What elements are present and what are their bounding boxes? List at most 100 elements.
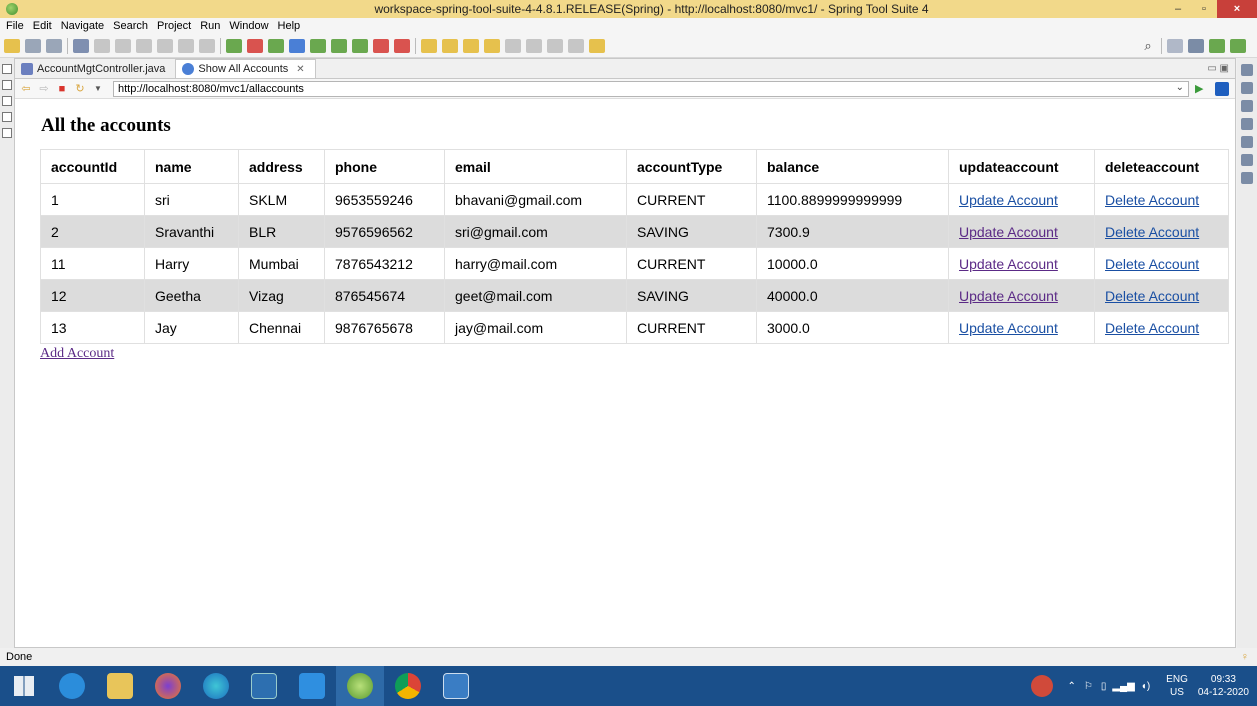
step-into-icon[interactable] bbox=[178, 38, 194, 53]
search-tool-icon[interactable] bbox=[484, 38, 500, 53]
java-perspective-icon[interactable] bbox=[1188, 38, 1204, 53]
menu-help[interactable]: Help bbox=[278, 20, 301, 32]
delete-account-link[interactable]: Delete Account bbox=[1105, 320, 1199, 336]
annotation-prev-icon[interactable] bbox=[526, 38, 542, 53]
save-all-icon[interactable] bbox=[46, 38, 62, 53]
debug-icon[interactable] bbox=[310, 38, 326, 53]
java-file-icon bbox=[21, 62, 33, 75]
open-task-icon[interactable] bbox=[463, 38, 479, 53]
forward-icon[interactable] bbox=[568, 38, 584, 53]
update-account-link[interactable]: Update Account bbox=[959, 256, 1058, 272]
network-icon[interactable]: ▂▄▆ bbox=[1112, 681, 1134, 692]
flag-icon[interactable]: ⚐ bbox=[1084, 681, 1093, 692]
menu-project[interactable]: Project bbox=[157, 20, 191, 32]
open-perspective-icon[interactable] bbox=[1167, 38, 1183, 53]
minimize-button[interactable]: – bbox=[1165, 0, 1191, 18]
restore-icon[interactable] bbox=[1241, 64, 1253, 76]
taskbar-edge[interactable] bbox=[192, 666, 240, 706]
new-icon[interactable] bbox=[4, 38, 20, 53]
outline-view-icon[interactable] bbox=[1241, 82, 1253, 94]
menu-navigate[interactable]: Navigate bbox=[61, 20, 104, 32]
problems-icon[interactable] bbox=[1241, 118, 1253, 130]
tab-show-all-accounts[interactable]: Show All Accounts ✕ bbox=[175, 59, 316, 78]
skip-breakpoints-icon[interactable] bbox=[94, 38, 110, 53]
taskbar-chrome[interactable] bbox=[384, 666, 432, 706]
step-over-icon[interactable] bbox=[199, 38, 215, 53]
back-arrow-icon[interactable]: ⇦ bbox=[19, 83, 33, 95]
add-account-link[interactable]: Add Account bbox=[40, 346, 114, 362]
taskbar-internet-explorer[interactable] bbox=[48, 666, 96, 706]
boot-dashboard-icon[interactable] bbox=[2, 128, 12, 138]
taskbar-vscode[interactable] bbox=[288, 666, 336, 706]
delete-account-link[interactable]: Delete Account bbox=[1105, 256, 1199, 272]
open-external-browser-icon[interactable] bbox=[1215, 81, 1229, 96]
maximize-button[interactable]: ▫ bbox=[1191, 0, 1217, 18]
menu-file[interactable]: File bbox=[6, 20, 24, 32]
battery-icon[interactable]: ▯ bbox=[1101, 681, 1107, 692]
search-icon[interactable]: ⌕ bbox=[1140, 38, 1156, 53]
delete-account-link[interactable]: Delete Account bbox=[1105, 192, 1199, 208]
spring-perspective-icon[interactable] bbox=[1209, 38, 1225, 53]
tab-account-controller[interactable]: AccountMgtController.java bbox=[15, 59, 175, 78]
menu-search[interactable]: Search bbox=[113, 20, 148, 32]
windows-start-button[interactable] bbox=[0, 666, 48, 706]
terminate-icon[interactable] bbox=[157, 38, 173, 53]
taskbar-firefox[interactable] bbox=[144, 666, 192, 706]
run-icon[interactable] bbox=[331, 38, 347, 53]
coverage-icon[interactable] bbox=[352, 38, 368, 53]
console-view-icon[interactable] bbox=[1241, 172, 1253, 184]
annotation-next-icon[interactable] bbox=[505, 38, 521, 53]
chevron-up-icon[interactable]: ⌃ bbox=[1067, 681, 1075, 692]
suspend-icon[interactable] bbox=[136, 38, 152, 53]
update-account-link[interactable]: Update Account bbox=[959, 288, 1058, 304]
menu-edit[interactable]: Edit bbox=[33, 20, 52, 32]
restore-icon[interactable] bbox=[2, 96, 12, 106]
menu-run[interactable]: Run bbox=[200, 20, 220, 32]
stop-icon[interactable]: ■ bbox=[55, 83, 69, 95]
console-icon[interactable] bbox=[73, 38, 89, 53]
volume-icon[interactable]: ◖) bbox=[1141, 681, 1150, 692]
taskbar-spring-tool-suite[interactable] bbox=[336, 666, 384, 706]
stop-icon[interactable] bbox=[373, 38, 389, 53]
taskbar-file-explorer[interactable] bbox=[96, 666, 144, 706]
chevron-down-icon[interactable]: ▼ bbox=[91, 83, 105, 95]
javadoc-icon[interactable] bbox=[1241, 136, 1253, 148]
security-alert-icon[interactable] bbox=[1031, 675, 1054, 697]
junit-icon[interactable] bbox=[1241, 154, 1253, 166]
close-button[interactable]: × bbox=[1217, 0, 1257, 18]
resume-icon[interactable] bbox=[115, 38, 131, 53]
update-account-link[interactable]: Update Account bbox=[959, 224, 1058, 240]
taskbar-photos[interactable] bbox=[432, 666, 480, 706]
language-indicator[interactable]: ENG US bbox=[1166, 673, 1188, 699]
delete-account-link[interactable]: Delete Account bbox=[1105, 224, 1199, 240]
update-account-link[interactable]: Update Account bbox=[959, 320, 1058, 336]
external-tools-icon[interactable] bbox=[394, 38, 410, 53]
pin-editor-icon[interactable] bbox=[589, 38, 605, 53]
open-type-icon[interactable] bbox=[442, 38, 458, 53]
back-icon[interactable] bbox=[547, 38, 563, 53]
spring-boot-icon[interactable] bbox=[226, 38, 242, 53]
tip-lightbulb-icon[interactable]: ♀ bbox=[1241, 651, 1249, 663]
close-tab-icon[interactable]: ✕ bbox=[296, 64, 304, 75]
boot-dashboard-icon[interactable] bbox=[268, 38, 284, 53]
taskbar-snipping-tool[interactable] bbox=[240, 666, 288, 706]
relaunch-icon[interactable] bbox=[247, 38, 263, 53]
clock[interactable]: 09:33 04-12-2020 bbox=[1198, 673, 1249, 699]
outline-icon[interactable] bbox=[2, 112, 12, 122]
delete-account-link[interactable]: Delete Account bbox=[1105, 288, 1199, 304]
url-input[interactable]: http://localhost:8080/mvc1/allaccounts ⌄ bbox=[113, 80, 1189, 97]
server-icon[interactable] bbox=[289, 38, 305, 53]
new-java-project-icon[interactable] bbox=[421, 38, 437, 53]
forward-arrow-icon[interactable]: ⇨ bbox=[37, 83, 51, 95]
save-icon[interactable] bbox=[25, 38, 41, 53]
go-icon[interactable]: ▶ bbox=[1195, 82, 1209, 96]
minimize-maximize-icons[interactable]: ▭ ▣ bbox=[1207, 63, 1229, 74]
package-explorer-icon[interactable] bbox=[2, 80, 12, 90]
restore-icon[interactable] bbox=[1241, 100, 1253, 112]
update-account-link[interactable]: Update Account bbox=[959, 192, 1058, 208]
url-dropdown-icon[interactable]: ⌄ bbox=[1176, 82, 1184, 93]
restore-icon[interactable] bbox=[2, 64, 12, 74]
debug-perspective-icon[interactable] bbox=[1230, 38, 1246, 53]
menu-window[interactable]: Window bbox=[229, 20, 268, 32]
refresh-icon[interactable]: ↻ bbox=[73, 83, 87, 95]
